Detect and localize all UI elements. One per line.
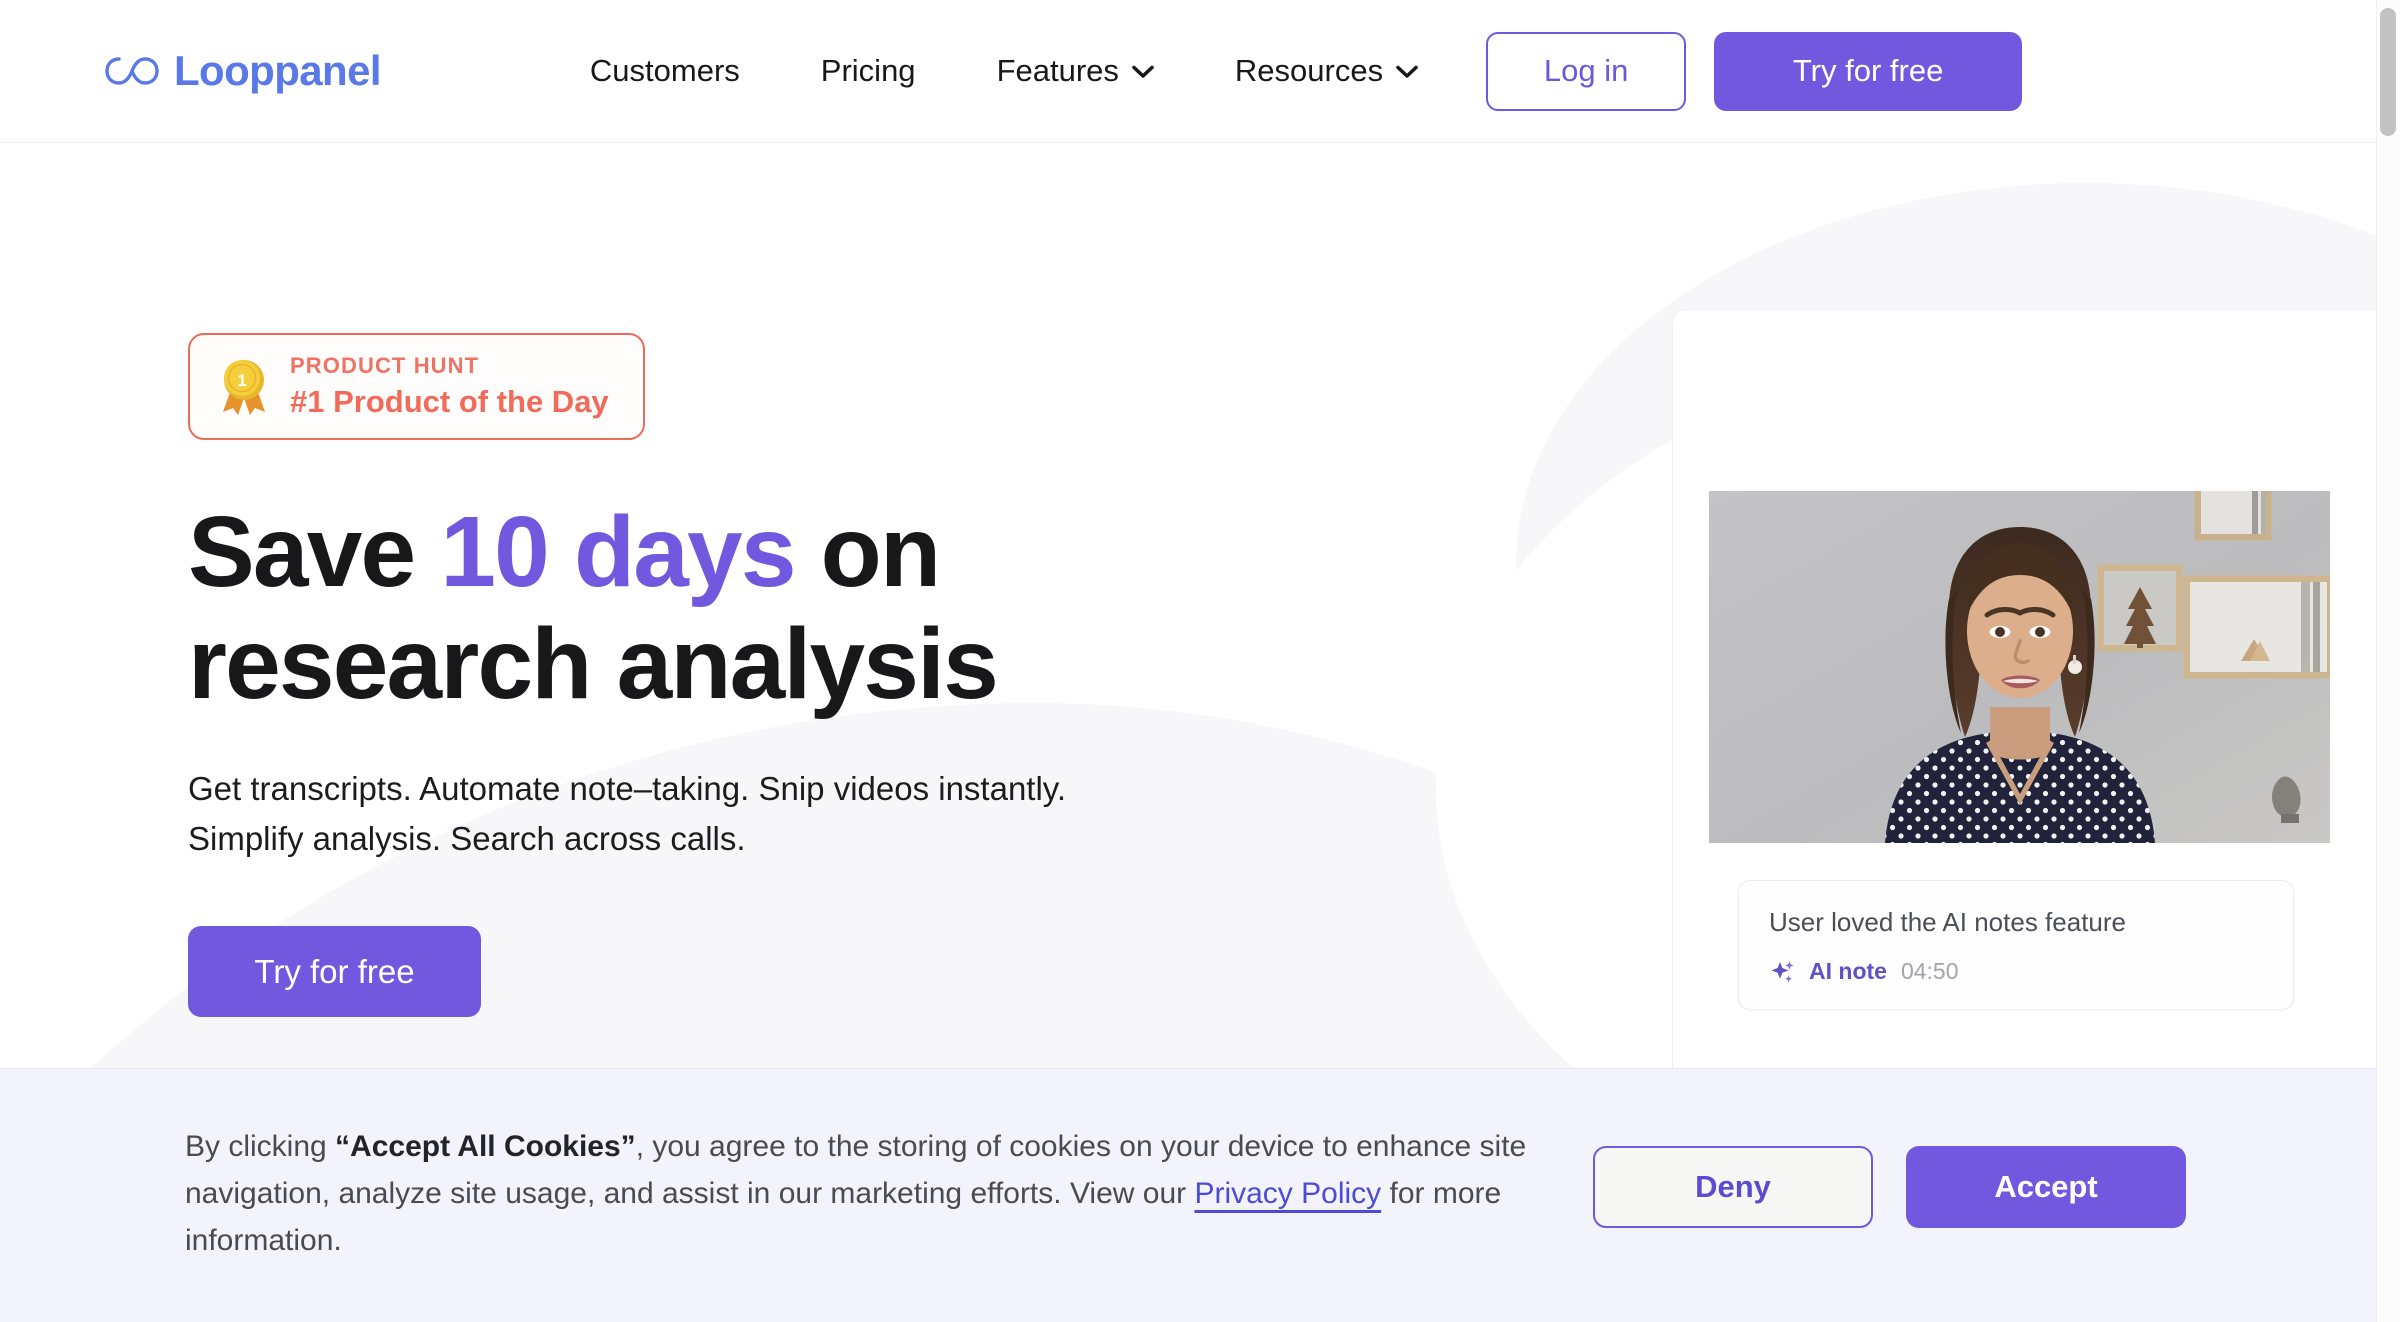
hero-copy-column: 1 PRODUCT HUNT #1 Product of the Day Sav… (188, 333, 1478, 1018)
hero-subhead-line-2: Simplify analysis. Search across calls. (188, 820, 746, 858)
header-actions: Log in Try for free (1486, 31, 2023, 111)
svg-text:1: 1 (237, 371, 246, 390)
page-scrollbar-thumb[interactable] (2380, 8, 2396, 136)
hero-try-for-free-button[interactable]: Try for free (188, 926, 481, 1018)
deny-cookies-button[interactable]: Deny (1593, 1146, 1873, 1228)
gold-medal-icon: 1 (223, 359, 265, 415)
hero-section: 1 PRODUCT HUNT #1 Product of the Day Sav… (0, 143, 2376, 1068)
cookie-consent-text: By clicking “Accept All Cookies”, you ag… (185, 1124, 1545, 1264)
nav-item-features-label: Features (996, 53, 1119, 88)
nav-item-resources[interactable]: Resources (1235, 41, 1418, 101)
nav-item-resources-label: Resources (1234, 53, 1384, 88)
ai-note-label: AI note (1809, 958, 1887, 984)
sparkle-icon (1771, 960, 1794, 982)
product-hunt-title: #1 Product of the Day (290, 384, 609, 419)
headline-accent: 10 days (440, 496, 796, 608)
hero-subhead-line-1: Get transcripts. Automate note–taking. S… (188, 770, 1067, 807)
login-button[interactable]: Log in (1486, 31, 1687, 111)
product-hunt-badge-texts: PRODUCT HUNT #1 Product of the Day (290, 353, 609, 420)
page-root: Looppanel Customers Pricing Features Res… (0, 0, 2400, 1322)
brand-name: Looppanel (174, 47, 382, 94)
ai-note-timestamp: 04:50 (1900, 958, 1959, 984)
video-call-thumbnail[interactable] (1709, 491, 2330, 843)
product-preview-panel: User loved the AI notes feature AI note … (1672, 309, 2376, 1068)
cookie-consent-actions: Deny Accept (1593, 1146, 2186, 1228)
brand-logo[interactable]: Looppanel (104, 47, 382, 95)
video-frame-image (1709, 491, 2330, 843)
headline-part-2: on (794, 496, 941, 608)
product-hunt-badge[interactable]: 1 PRODUCT HUNT #1 Product of the Day (188, 333, 645, 440)
header-try-for-free-button[interactable]: Try for free (1714, 31, 2023, 111)
ai-note-text: User loved the AI notes feature (1769, 907, 2126, 937)
product-hunt-kicker: PRODUCT HUNT (290, 353, 480, 378)
hero-subhead: Get transcripts. Automate note–taking. S… (188, 764, 1478, 864)
privacy-policy-link[interactable]: Privacy Policy (1194, 1177, 1381, 1210)
nav-item-customers[interactable]: Customers (590, 41, 740, 101)
cookie-quoted-term: “Accept All Cookies” (335, 1130, 636, 1163)
nav-item-customers-label: Customers (589, 53, 740, 88)
nav-item-pricing[interactable]: Pricing (821, 41, 916, 101)
ai-note-card[interactable]: User loved the AI notes feature AI note … (1738, 880, 2294, 1010)
accept-cookies-button[interactable]: Accept (1906, 1146, 2186, 1228)
page-title: Save 10 days on research analysis (188, 496, 1478, 720)
nav-item-pricing-label: Pricing (820, 53, 916, 88)
nav-item-features[interactable]: Features (997, 41, 1154, 101)
headline-line-2: research analysis (188, 608, 999, 720)
primary-nav: Customers Pricing Features Resources (590, 41, 1418, 101)
headline-part-1: Save (188, 496, 441, 608)
chevron-down-icon (1132, 65, 1154, 78)
hero-content: 1 PRODUCT HUNT #1 Product of the Day Sav… (0, 143, 2376, 1068)
chevron-down-icon (1396, 65, 1418, 78)
ai-note-meta: AI note 04:50 (1769, 958, 2263, 985)
cookie-text-before: By clicking (185, 1130, 336, 1163)
site-header: Looppanel Customers Pricing Features Res… (0, 0, 2376, 143)
infinity-icon (105, 57, 159, 85)
page-scrollbar-track[interactable] (2376, 0, 2400, 1322)
